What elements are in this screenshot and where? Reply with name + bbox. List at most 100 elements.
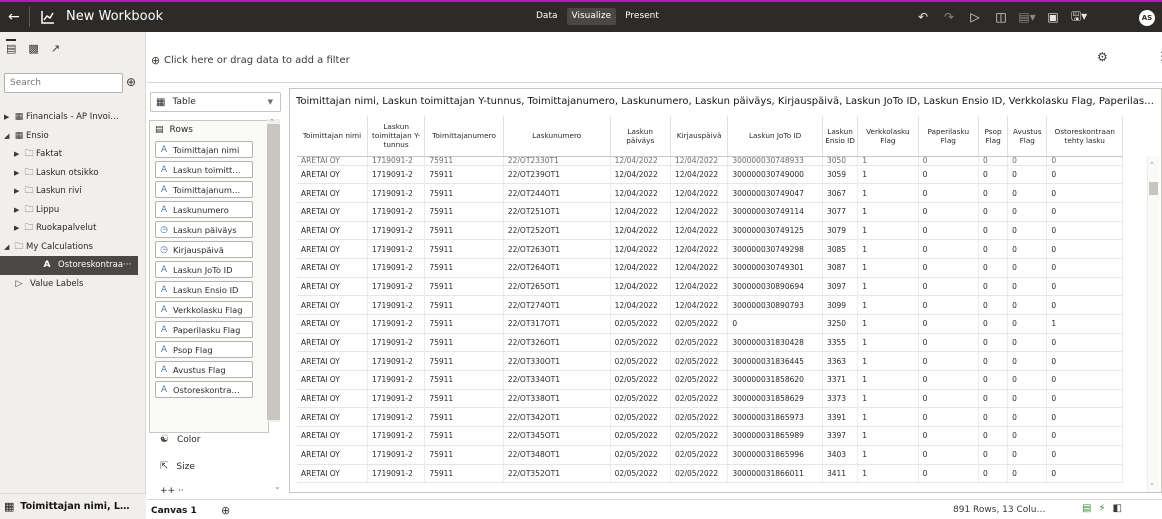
- expand-icon[interactable]: ▶: [14, 187, 22, 195]
- table-cell[interactable]: 75911: [424, 333, 504, 353]
- column-header[interactable]: Laskunumero: [503, 116, 611, 157]
- column-header[interactable]: Psop Flag: [978, 116, 1009, 157]
- table-cell[interactable]: 75911: [424, 156, 504, 166]
- table-cell[interactable]: 02/05/2022: [670, 333, 729, 353]
- table-cell[interactable]: 300000031866011: [727, 464, 823, 484]
- table-cell[interactable]: 0: [918, 314, 979, 334]
- table-cell[interactable]: 75911: [424, 389, 504, 409]
- tree-item-laskun-rivi[interactable]: ▶ 🗀 Laskun rivi: [0, 182, 146, 201]
- insights-icon[interactable]: ⚡: [1098, 503, 1105, 514]
- table-cell[interactable]: ARETAI OY: [297, 221, 368, 241]
- table-cell[interactable]: 0: [1046, 407, 1123, 428]
- table-cell[interactable]: 3087: [822, 258, 859, 278]
- table-cell[interactable]: 1719091-2: [367, 333, 426, 353]
- table-cell[interactable]: 3050: [822, 156, 859, 166]
- table-cell[interactable]: 0: [1046, 202, 1123, 222]
- table-cell[interactable]: 1719091-2: [367, 221, 426, 241]
- table-cell[interactable]: 0: [978, 445, 1009, 465]
- table-cell[interactable]: 300000031865973: [727, 407, 823, 428]
- table-cell[interactable]: 300000030749114: [727, 202, 823, 222]
- table-cell[interactable]: 3067: [822, 183, 859, 203]
- table-cell[interactable]: 22/OT239OT1: [503, 165, 611, 185]
- table-row[interactable]: ARETAI OY 1719091-2 75911 22/OT352OT1 02/05/…: [297, 464, 1123, 484]
- shape-drop-zone[interactable]: ++ ··: [160, 487, 184, 495]
- table-cell[interactable]: 1: [857, 239, 919, 259]
- table-cell[interactable]: 300000030749047: [727, 183, 823, 203]
- table-cell[interactable]: 0: [978, 258, 1009, 278]
- table-cell[interactable]: 1719091-2: [367, 295, 426, 315]
- table-cell[interactable]: 12/04/2022: [670, 258, 729, 278]
- table-cell[interactable]: 12/04/2022: [670, 202, 729, 222]
- viz-title[interactable]: Toimittajan nimi, Laskun toimittajan Y-t…: [296, 96, 1156, 107]
- table-cell[interactable]: 0: [1046, 426, 1123, 446]
- table-row[interactable]: ARETAI OY 1719091-2 75911 22/OT348OT1 02/05/…: [297, 445, 1123, 465]
- table-cell[interactable]: 0: [1007, 426, 1048, 446]
- table-cell[interactable]: 0: [1046, 464, 1123, 484]
- table-cell[interactable]: 0: [978, 426, 1009, 446]
- row-pill[interactable]: A Psop Flag: [155, 341, 253, 358]
- tree-item-ostoreskontraa[interactable]: A Ostoreskontraa···: [0, 256, 138, 275]
- table-cell[interactable]: 1: [857, 156, 919, 166]
- table-cell[interactable]: 0: [978, 333, 1009, 353]
- column-header[interactable]: Kirjauspäivä: [670, 116, 729, 157]
- table-cell[interactable]: 02/05/2022: [670, 389, 729, 409]
- table-cell[interactable]: 1: [857, 221, 919, 241]
- table-cell[interactable]: 300000030748933: [727, 156, 823, 166]
- table-cell[interactable]: 75911: [424, 202, 504, 222]
- visualizations-tab-icon[interactable]: ▩: [28, 42, 38, 55]
- table-cell[interactable]: 0: [1046, 445, 1123, 465]
- table-cell[interactable]: 3397: [822, 426, 859, 446]
- table-row[interactable]: ARETAI OY 1719091-2 75911 22/OT338OT1 02/05/…: [297, 389, 1123, 409]
- more-options-icon[interactable]: ⋮: [1156, 49, 1162, 63]
- expand-icon[interactable]: ▶: [4, 113, 12, 121]
- table-row-partial[interactable]: ARETAI OY 1719091-2 75911 22/OT2330T1 12/04/…: [297, 156, 1123, 166]
- table-cell[interactable]: 0: [978, 202, 1009, 222]
- table-cell[interactable]: 0: [978, 407, 1009, 428]
- save-icon[interactable]: 🖫▾: [1066, 8, 1092, 26]
- expand-icon[interactable]: ▶: [14, 169, 22, 177]
- table-row[interactable]: ARETAI OY 1719091-2 75911 22/OT334OT1 02/05/…: [297, 370, 1123, 390]
- row-pill[interactable]: A Laskun Ensio ID: [155, 281, 253, 298]
- table-cell[interactable]: 22/OT338OT1: [503, 389, 611, 409]
- chevron-up-icon[interactable]: ⌃: [1149, 161, 1155, 169]
- table-cell[interactable]: 75911: [424, 445, 504, 465]
- table-cell[interactable]: 3085: [822, 239, 859, 259]
- table-cell[interactable]: ARETAI OY: [297, 202, 368, 222]
- table-cell[interactable]: 0: [1046, 389, 1123, 409]
- table-cell[interactable]: 1719091-2: [367, 239, 426, 259]
- table-cell[interactable]: 1719091-2: [367, 165, 426, 185]
- table-cell[interactable]: 0: [978, 464, 1009, 484]
- table-cell[interactable]: 12/04/2022: [670, 221, 729, 241]
- table-cell[interactable]: 02/05/2022: [670, 407, 729, 428]
- table-cell[interactable]: 0: [918, 165, 979, 185]
- tree-item-financials[interactable]: ▶ ▦ Financials - AP Invoi…: [0, 108, 146, 127]
- table-cell[interactable]: ARETAI OY: [297, 183, 368, 203]
- table-cell[interactable]: 0: [918, 221, 979, 241]
- table-cell[interactable]: 0: [1007, 277, 1048, 297]
- table-cell[interactable]: 12/04/2022: [670, 183, 729, 203]
- table-cell[interactable]: 1: [857, 165, 919, 185]
- row-pill[interactable]: A Toimittajan nimi: [155, 141, 253, 158]
- table-cell[interactable]: 22/OT251OT1: [503, 202, 611, 222]
- table-cell[interactable]: 02/05/2022: [610, 351, 671, 372]
- table-cell[interactable]: 02/05/2022: [670, 370, 729, 390]
- table-cell[interactable]: 1719091-2: [367, 202, 426, 222]
- undo-icon[interactable]: ↶: [910, 8, 936, 26]
- column-header[interactable]: Laskun JoTo ID: [727, 116, 823, 157]
- table-row[interactable]: ARETAI OY 1719091-2 75911 22/OT244OT1 12/04/…: [297, 183, 1123, 203]
- table-cell[interactable]: ARETAI OY: [297, 370, 368, 390]
- row-pill[interactable]: A Ostoreskontra…: [155, 381, 253, 398]
- table-cell[interactable]: 0: [1007, 314, 1048, 334]
- table-cell[interactable]: 0: [1007, 183, 1048, 203]
- table-cell[interactable]: 22/OT252OT1: [503, 221, 611, 241]
- table-cell[interactable]: 02/05/2022: [610, 314, 671, 334]
- table-cell[interactable]: ARETAI OY: [297, 351, 368, 372]
- table-visualization[interactable]: Toimittajan nimi, Laskun toimittajan Y-t…: [289, 88, 1162, 493]
- table-cell[interactable]: 1: [1046, 314, 1123, 334]
- table-cell[interactable]: 75911: [424, 464, 504, 484]
- analytics-tab-icon[interactable]: ↗: [51, 42, 60, 55]
- table-cell[interactable]: 22/OT274OT1: [503, 295, 611, 315]
- row-pill[interactable]: ◷ Kirjauspäivä: [155, 241, 253, 258]
- tree-item-ensio[interactable]: ◢ ▦ Ensio: [0, 127, 146, 146]
- table-cell[interactable]: 22/OT317OT1: [503, 314, 611, 334]
